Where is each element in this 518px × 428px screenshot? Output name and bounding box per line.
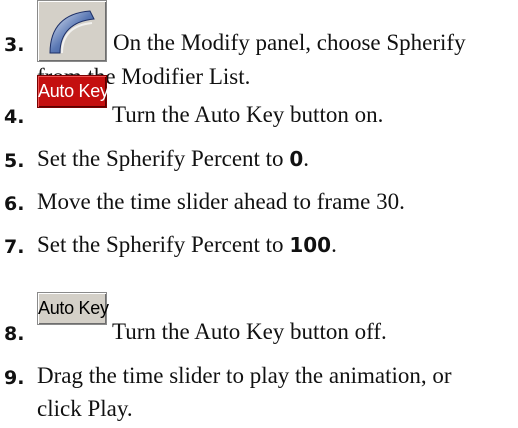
step-text: Set the Spherify Percent to 0. xyxy=(37,146,309,171)
step-number: 5. xyxy=(4,150,25,172)
step-number: 7. xyxy=(4,236,25,258)
step-number: 6. xyxy=(4,193,25,215)
auto-key-button-on[interactable]: Auto Key xyxy=(37,75,109,108)
step-text: On the Modify panel, choose Spherify xyxy=(113,30,466,55)
step-text: Turn the Auto Key button off. xyxy=(112,319,387,344)
percent-value: 100 xyxy=(289,233,332,257)
step-number: 4. xyxy=(4,106,25,128)
modify-arc-icon xyxy=(49,10,95,54)
auto-key-button-off[interactable]: Auto Key xyxy=(37,292,109,325)
modify-panel-icon[interactable] xyxy=(37,0,107,62)
step-number: 8. xyxy=(4,323,25,345)
step-text: Drag the time slider to play the animati… xyxy=(37,363,452,388)
step-text: click Play. xyxy=(37,396,133,421)
step-text: Move the time slider ahead to frame 30. xyxy=(37,189,405,214)
step-text: Turn the Auto Key button on. xyxy=(112,102,384,127)
step-number: 3. xyxy=(4,34,25,56)
step-text: Set the Spherify Percent to 100. xyxy=(37,232,337,257)
percent-value: 0 xyxy=(289,147,304,171)
step-number: 9. xyxy=(4,367,25,389)
